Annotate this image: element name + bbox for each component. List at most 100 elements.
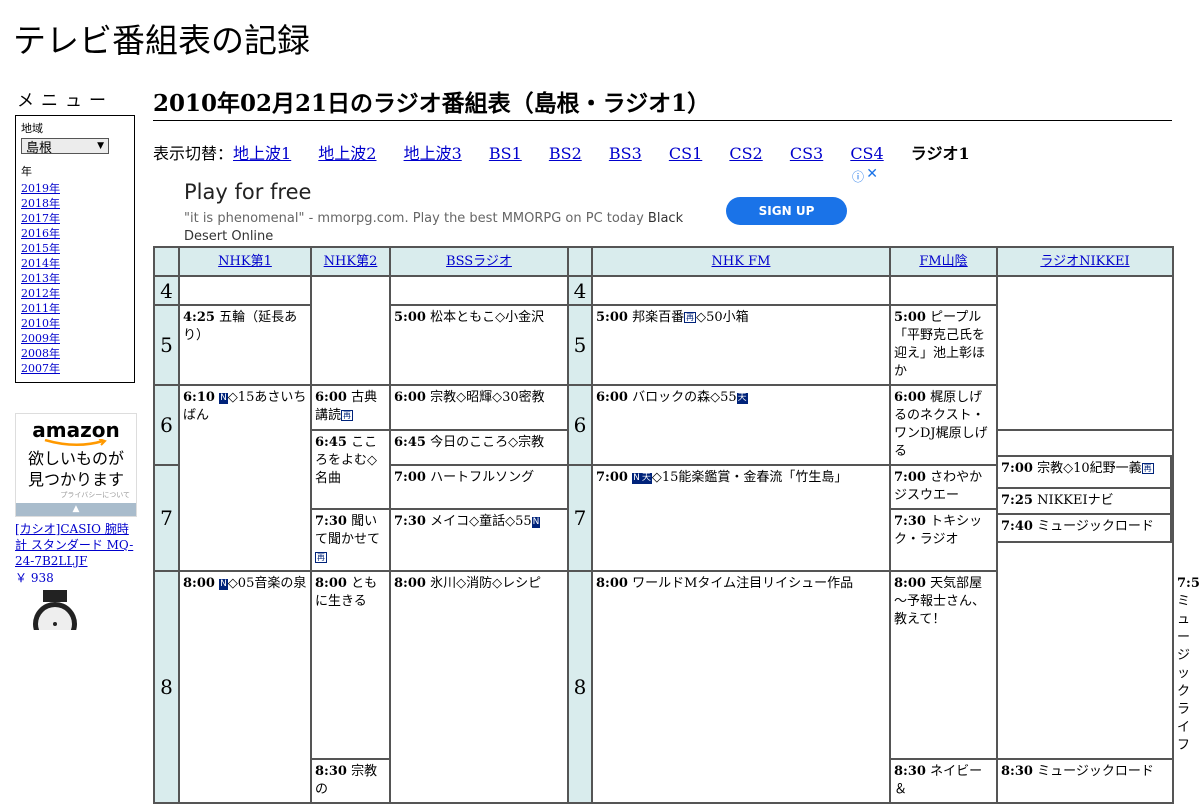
year-link-2018[interactable]: 2018年 xyxy=(21,197,60,210)
program-title: 宗教◇昭輝◇30密教 xyxy=(430,390,545,405)
switch-link-terrestrial-1[interactable]: 地上波1 xyxy=(233,144,291,163)
program-cell[interactable]: 6:10 N◇15あさいちばん xyxy=(178,384,312,572)
close-icon[interactable]: ✕ xyxy=(866,166,878,182)
channel-link-nikkei[interactable]: ラジオNIKKEI xyxy=(1040,254,1129,269)
hour-cell: 8 xyxy=(567,570,593,804)
program-time: 5:00 xyxy=(394,310,426,325)
program-cell[interactable]: 8:30 ミュージックロード xyxy=(996,758,1174,804)
program-time: 8:30 xyxy=(315,764,347,779)
program-cell[interactable]: 8:30 ネイビー＆ xyxy=(889,758,998,804)
amazon-logo: amazon xyxy=(32,418,120,442)
program-cell[interactable]: 7:25 NIKKEIナビ xyxy=(996,489,1172,515)
channel-link-bss[interactable]: BSSラジオ xyxy=(446,254,512,269)
channel-link-nhkfm[interactable]: NHK FM xyxy=(712,254,771,269)
ad-privacy-link[interactable]: プライバシーについて xyxy=(16,490,136,500)
program-cell[interactable]: 8:00 N◇05音楽の泉 xyxy=(178,570,312,804)
year-link-2017[interactable]: 2017年 xyxy=(21,212,60,225)
year-link-2010[interactable]: 2010年 xyxy=(21,317,60,330)
switch-link-bs1[interactable]: BS1 xyxy=(489,144,522,163)
program-cell[interactable]: 6:00 梶原しげるのネクスト・ワンDJ梶原しげる xyxy=(889,384,998,466)
program-cell[interactable]: 6:45 今日のこころ◇宗教 xyxy=(389,429,569,466)
hour-cell: 7 xyxy=(567,464,593,572)
channel-header: ラジオNIKKEI xyxy=(996,246,1174,277)
year-link-2012[interactable]: 2012年 xyxy=(21,287,60,300)
nikkei-7oclock-block: 7:00 宗教◇10紀野一義再 7:25 NIKKEIナビ 7:40 ミュージッ… xyxy=(996,455,1172,543)
site-title: テレビ番組表の記録 xyxy=(13,21,310,60)
hour-cell: 7 xyxy=(153,464,180,572)
switch-link-bs3[interactable]: BS3 xyxy=(609,144,642,163)
region-select-value: 島根 xyxy=(26,140,53,156)
year-link-2019[interactable]: 2019年 xyxy=(21,182,60,195)
region-select[interactable]: 島根 ▼ xyxy=(21,138,109,156)
year-link-2007[interactable]: 2007年 xyxy=(21,362,60,375)
program-time: 8:00 xyxy=(315,576,347,591)
program-cell-empty xyxy=(389,275,569,306)
year-link-2014[interactable]: 2014年 xyxy=(21,257,60,270)
program-title: メイコ◇童話◇55 xyxy=(430,514,532,529)
program-time: 7:50 xyxy=(1177,576,1200,591)
program-cell[interactable]: 7:40 ミュージックロード xyxy=(996,515,1172,543)
program-cell[interactable]: 8:30 宗教の xyxy=(310,758,391,804)
program-cell[interactable]: 7:00 N 天◇15能楽鑑賞・金春流「竹生島」 xyxy=(591,464,891,572)
menu-heading: メニュー xyxy=(17,91,113,111)
program-cell[interactable]: 6:00 バロックの森◇55天 xyxy=(591,384,891,466)
year-link-2008[interactable]: 2008年 xyxy=(21,347,60,360)
program-time: 7:30 xyxy=(394,514,426,529)
amazon-ad[interactable]: amazon 欲しいものが 見つかります プライバシーについて ▲ xyxy=(15,413,137,517)
year-link-2015[interactable]: 2015年 xyxy=(21,242,60,255)
program-cell[interactable]: 7:00 宗教◇10紀野一義再 xyxy=(996,455,1172,489)
channel-link-fmsanin[interactable]: FM山陰 xyxy=(919,254,967,269)
product-link[interactable]: [カシオ]CASIO 腕時計 スタンダード MQ-24-7B2LLJF xyxy=(15,521,135,569)
switch-link-terrestrial-3[interactable]: 地上波3 xyxy=(404,144,462,163)
year-link-2009[interactable]: 2009年 xyxy=(21,332,60,345)
year-link-2016[interactable]: 2016年 xyxy=(21,227,60,240)
program-cell[interactable]: 7:00 さわやかジスウエー xyxy=(889,464,998,510)
program-cell[interactable]: 4:25 五輪（延長あり） xyxy=(178,304,312,386)
program-time: 6:00 xyxy=(315,390,347,405)
program-title: ◇15能楽鑑賞・金春流「竹生島」 xyxy=(651,470,848,485)
program-time: 7:00 xyxy=(1001,461,1033,476)
program-time: 7:40 xyxy=(1001,519,1033,534)
switch-link-terrestrial-2[interactable]: 地上波2 xyxy=(318,144,376,163)
program-cell[interactable]: 7:30 トキシック・ラジオ xyxy=(889,508,998,572)
program-cell[interactable]: 7:30 聞いて聞かせて再 xyxy=(310,508,391,572)
switch-link-cs2[interactable]: CS2 xyxy=(729,144,762,163)
year-link-2011[interactable]: 2011年 xyxy=(21,302,60,315)
ad-copy-line: 見つかります xyxy=(27,470,124,489)
switch-link-cs1[interactable]: CS1 xyxy=(669,144,702,163)
rerun-icon: 再 xyxy=(1141,463,1154,474)
program-cell[interactable]: 6:45 こころをよむ◇名曲 xyxy=(310,429,391,510)
news-icon: N xyxy=(632,473,641,484)
program-cell-empty xyxy=(889,275,998,306)
program-cell[interactable]: 6:00 古典講読再 xyxy=(310,384,391,431)
rerun-icon: 再 xyxy=(315,552,327,563)
hour-cell: 8 xyxy=(153,570,180,804)
program-cell[interactable]: 8:00 ワールドMタイム注目リイシュー作品 xyxy=(591,570,891,804)
watch-image[interactable] xyxy=(21,590,91,646)
ad-expand-arrow-icon[interactable]: ▲ xyxy=(16,503,136,516)
banner-ad[interactable]: Play for free "it is phenomenal" - mmorp… xyxy=(153,166,880,256)
program-cell[interactable]: 8:00 氷川◇消防◇レシピ xyxy=(389,570,569,804)
switch-link-cs4[interactable]: CS4 xyxy=(850,144,883,163)
info-icon[interactable]: ⓘ xyxy=(852,168,864,185)
channel-link-nhk1[interactable]: NHK第1 xyxy=(218,254,272,269)
year-link-2013[interactable]: 2013年 xyxy=(21,272,60,285)
hour-cell: 4 xyxy=(153,275,180,306)
header-corner xyxy=(567,246,593,277)
program-cell[interactable]: 7:00 ハートフルソング xyxy=(389,464,569,510)
program-cell[interactable]: 7:30 メイコ◇童話◇55N xyxy=(389,508,569,572)
program-cell[interactable]: 5:00 ピープル「平野克己氏を迎え」池上彰ほか xyxy=(889,304,998,386)
switch-link-bs2[interactable]: BS2 xyxy=(549,144,582,163)
channel-link-nhk2[interactable]: NHK第2 xyxy=(324,254,378,269)
sign-up-button[interactable]: SIGN UP xyxy=(726,197,847,225)
program-time: 6:45 xyxy=(315,435,347,450)
program-cell[interactable]: 8:00 天気部屋～予報士さん、教えて！ xyxy=(889,570,998,760)
program-title: 邦楽百番 xyxy=(632,310,685,325)
program-cell[interactable]: 5:00 松本ともこ◇小金沢 xyxy=(389,304,569,386)
program-cell[interactable]: 8:00 ともに生きる xyxy=(310,570,391,760)
program-cell[interactable]: 6:00 宗教◇昭輝◇30密教 xyxy=(389,384,569,431)
program-cell[interactable]: 5:00 邦楽百番再 ◇50小箱 xyxy=(591,304,891,386)
program-title: ミュージックロード xyxy=(1037,764,1154,779)
switch-link-cs3[interactable]: CS3 xyxy=(790,144,823,163)
ad-copy-line: 欲しいものが xyxy=(27,449,124,468)
